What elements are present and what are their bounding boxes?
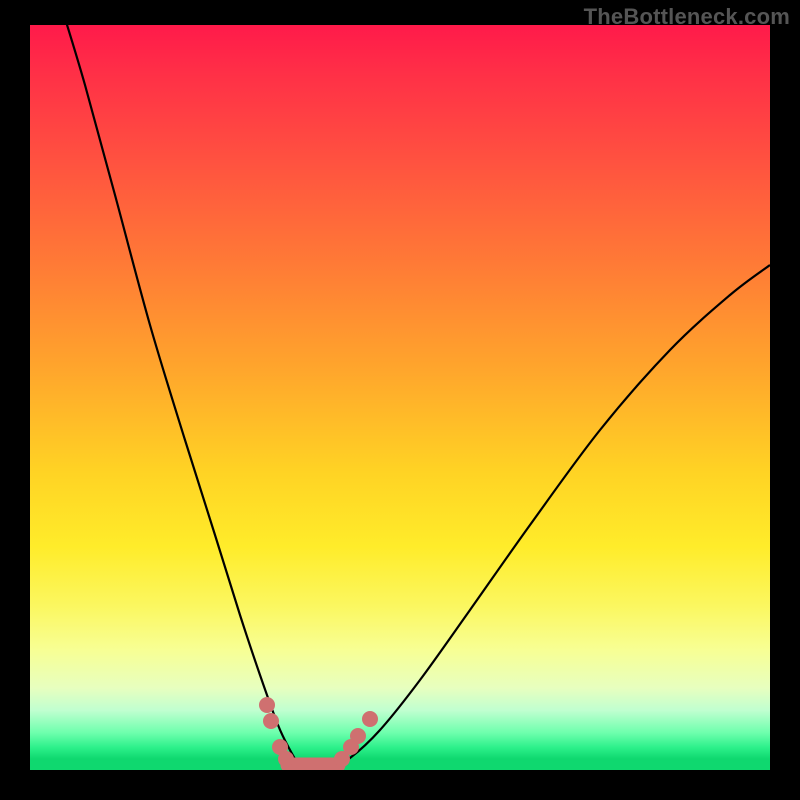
watermark-text: TheBottleneck.com <box>584 4 790 30</box>
marker-dot <box>278 751 294 767</box>
marker-dot <box>350 728 366 744</box>
marker-dot <box>362 711 378 727</box>
marker-layer <box>30 25 770 770</box>
plot-area <box>30 25 770 770</box>
marker-group <box>259 697 378 767</box>
marker-dot <box>259 697 275 713</box>
chart-container: TheBottleneck.com <box>0 0 800 800</box>
marker-dot <box>263 713 279 729</box>
